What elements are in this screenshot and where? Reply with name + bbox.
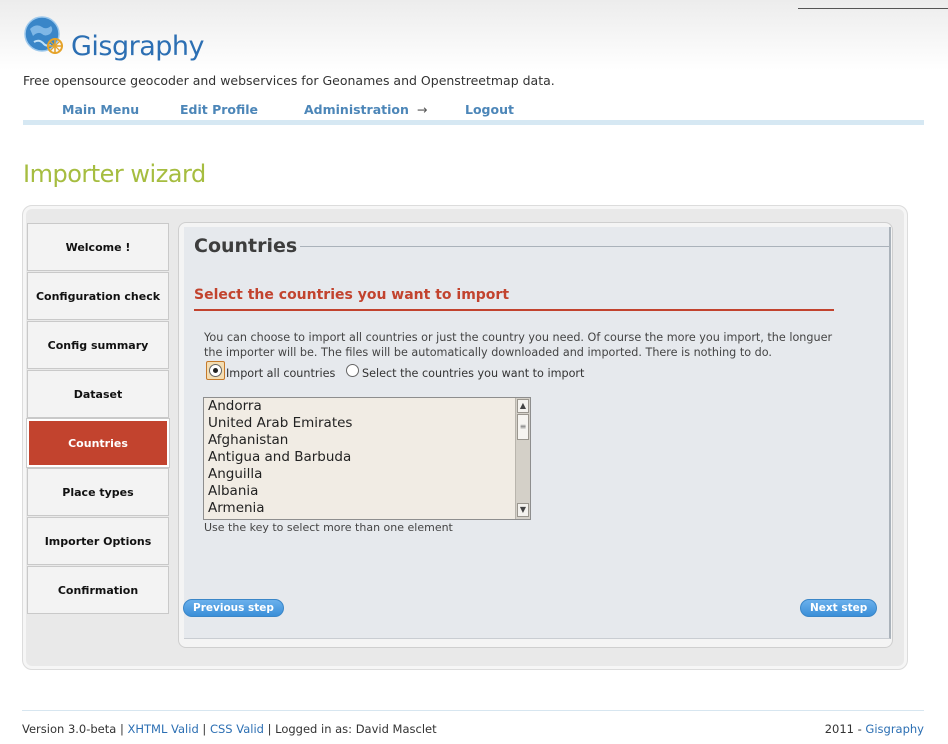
- step-importer-options[interactable]: Importer Options: [27, 517, 169, 565]
- step-confirmation[interactable]: Confirmation: [27, 566, 169, 614]
- list-item[interactable]: Albania: [204, 483, 530, 500]
- step-welcome[interactable]: Welcome !: [27, 223, 169, 271]
- version-text: Version 3.0-beta |: [22, 722, 124, 736]
- list-item[interactable]: Afghanistan: [204, 432, 530, 449]
- copyright-year: 2011 -: [824, 722, 862, 736]
- brand-name: Gisgraphy: [71, 31, 205, 62]
- scroll-up-button[interactable]: ▲: [517, 399, 529, 413]
- nav-main-menu[interactable]: Main Menu: [62, 102, 139, 117]
- nav-administration-label: Administration: [304, 102, 409, 117]
- footer-copyright: 2011 - Gisgraphy: [825, 722, 924, 736]
- listbox-scrollbar[interactable]: ▲ ≡ ▼: [515, 398, 530, 519]
- previous-step-button[interactable]: Previous step: [183, 599, 284, 617]
- list-item[interactable]: Antigua and Barbuda: [204, 449, 530, 466]
- step-countries[interactable]: Countries: [26, 418, 170, 468]
- section-subtitle: Select the countries you want to import: [194, 287, 834, 311]
- nav-logout[interactable]: Logout: [465, 102, 514, 117]
- footer-info: Version 3.0-beta | XHTML Valid | CSS Val…: [22, 722, 437, 736]
- list-item[interactable]: Anguilla: [204, 466, 530, 483]
- xhtml-valid-link[interactable]: XHTML Valid: [128, 722, 199, 736]
- page-title: Importer wizard: [23, 160, 206, 188]
- header-rule: [798, 8, 948, 9]
- radio-select-countries[interactable]: [346, 364, 359, 377]
- listbox-hint: Use the key to select more than one elem…: [204, 521, 453, 534]
- fieldset-legend-line: [300, 246, 890, 247]
- list-item[interactable]: Armenia: [204, 500, 530, 517]
- footer-rule: [22, 710, 924, 711]
- countries-listbox[interactable]: Andorra United Arab Emirates Afghanistan…: [203, 397, 531, 520]
- step-configuration-check[interactable]: Configuration check: [27, 272, 169, 320]
- intro-text: You can choose to import all countries o…: [204, 331, 833, 359]
- nav-edit-profile[interactable]: Edit Profile: [180, 102, 258, 117]
- step-place-types[interactable]: Place types: [27, 468, 169, 516]
- nav-administration[interactable]: Administration →: [304, 102, 427, 117]
- tagline: Free opensource geocoder and webservices…: [23, 73, 555, 88]
- section-title: Countries: [194, 235, 298, 257]
- step-config-summary[interactable]: Config summary: [27, 321, 169, 369]
- radio-import-all[interactable]: [209, 364, 222, 377]
- css-valid-link[interactable]: CSS Valid: [210, 722, 264, 736]
- next-step-button[interactable]: Next step: [800, 599, 878, 617]
- list-item[interactable]: Andorra: [204, 398, 530, 415]
- radio-select-countries-label: Select the countries you want to import: [362, 367, 585, 380]
- list-item[interactable]: United Arab Emirates: [204, 415, 530, 432]
- scroll-down-button[interactable]: ▼: [517, 503, 529, 517]
- scroll-thumb[interactable]: ≡: [517, 414, 529, 440]
- logged-in-text: | Logged in as: David Masclet: [267, 722, 437, 736]
- step-dataset[interactable]: Dataset: [27, 370, 169, 418]
- globe-logo-icon: [24, 16, 63, 54]
- main-nav: Main Menu Edit Profile Administration → L…: [23, 100, 924, 125]
- footer-separator: |: [202, 722, 207, 736]
- arrow-right-icon: →: [416, 102, 428, 117]
- footer-brand-link[interactable]: Gisgraphy: [865, 722, 924, 736]
- radio-import-all-label: Import all countries: [226, 367, 336, 380]
